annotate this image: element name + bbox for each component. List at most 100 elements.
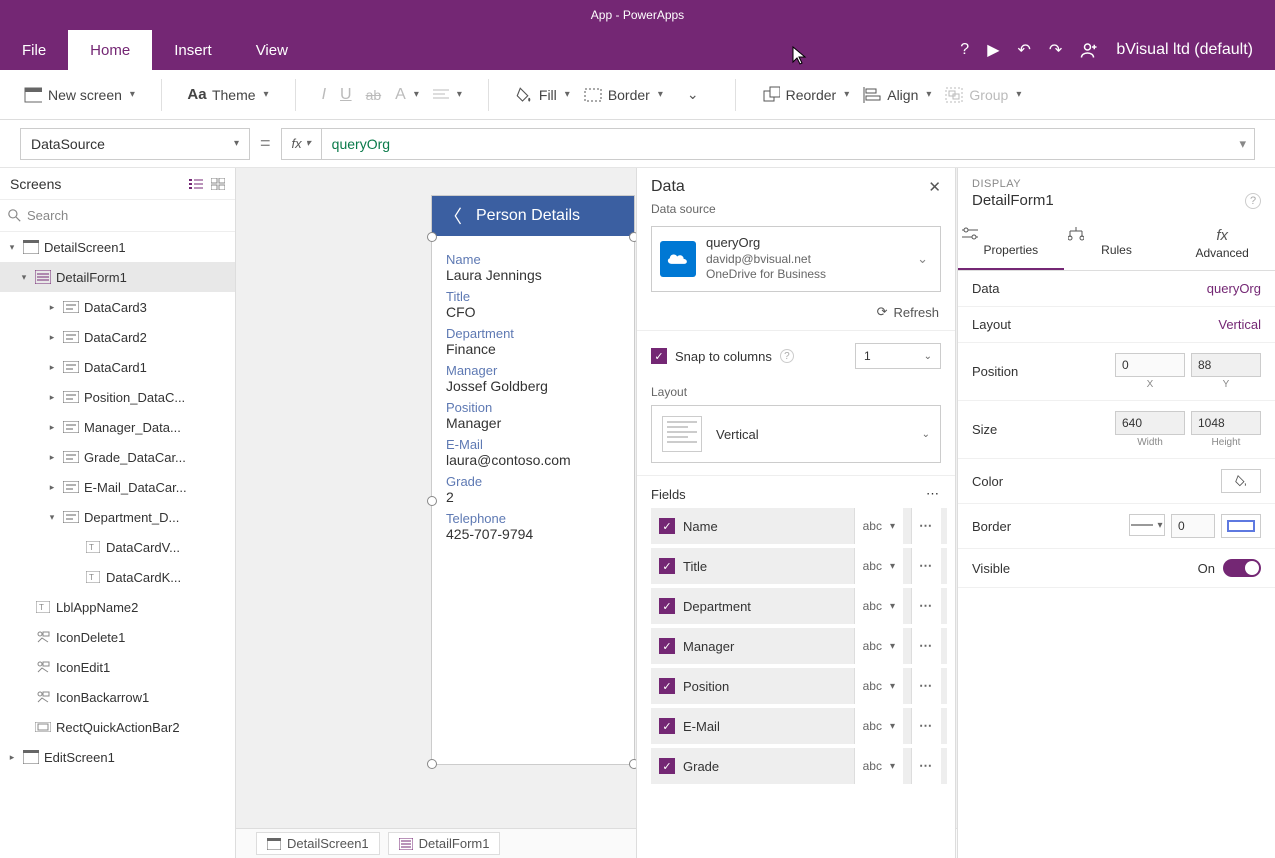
tab-properties[interactable]: Properties bbox=[958, 219, 1064, 270]
refresh-button[interactable]: ⟳ Refresh bbox=[637, 298, 955, 331]
tree-list-icon[interactable] bbox=[189, 178, 203, 190]
field-checkbox[interactable]: ✓ bbox=[659, 638, 675, 654]
reorder-button[interactable]: Reorder▾ bbox=[758, 82, 854, 108]
tree-item[interactable]: IconDelete1 bbox=[0, 622, 235, 652]
account-label[interactable]: bVisual ltd (default) bbox=[1116, 41, 1259, 59]
tree-grid-icon[interactable] bbox=[211, 178, 225, 190]
tree-item[interactable]: IconEdit1 bbox=[0, 652, 235, 682]
snap-checkbox[interactable]: ✓ bbox=[651, 348, 667, 364]
tree-item[interactable]: TDataCardK... bbox=[0, 562, 235, 592]
tree-search[interactable]: Search bbox=[0, 200, 235, 232]
redo-icon[interactable]: ↷ bbox=[1049, 40, 1062, 60]
pos-x-input[interactable]: 0 bbox=[1115, 353, 1185, 377]
tab-file[interactable]: File bbox=[0, 30, 68, 70]
field-type-select[interactable]: abc▾ bbox=[854, 548, 903, 584]
field-more-icon[interactable]: ⋯ bbox=[911, 708, 941, 744]
field-type-select[interactable]: abc▾ bbox=[854, 588, 903, 624]
group-button[interactable]: Group▾ bbox=[941, 82, 1025, 108]
undo-icon[interactable]: ↶ bbox=[1018, 40, 1031, 60]
strike-button[interactable]: ab bbox=[362, 83, 386, 107]
field-type-select[interactable]: abc▾ bbox=[854, 628, 903, 664]
close-icon[interactable]: ✕ bbox=[928, 178, 941, 196]
help-icon[interactable]: ? bbox=[1245, 193, 1261, 209]
field-checkbox[interactable]: ✓ bbox=[659, 678, 675, 694]
help-icon[interactable]: ? bbox=[960, 41, 969, 59]
field-checkbox[interactable]: ✓ bbox=[659, 598, 675, 614]
tree-item[interactable]: TLblAppName2 bbox=[0, 592, 235, 622]
tree-item[interactable]: ▸DataCard1 bbox=[0, 352, 235, 382]
field-type-select[interactable]: abc▾ bbox=[854, 748, 903, 784]
field-row[interactable]: ✓Managerabc▾⋯ bbox=[651, 628, 947, 664]
tree-item[interactable]: ▸DataCard2 bbox=[0, 322, 235, 352]
tree-item[interactable]: TDataCardV... bbox=[0, 532, 235, 562]
field-row[interactable]: ✓Departmentabc▾⋯ bbox=[651, 588, 947, 624]
field-checkbox[interactable]: ✓ bbox=[659, 518, 675, 534]
tree-item[interactable]: ▸Position_DataC... bbox=[0, 382, 235, 412]
layout-select[interactable]: Vertical ⌄ bbox=[651, 405, 941, 463]
fill-button[interactable]: Fill▾ bbox=[511, 82, 574, 108]
tree-item[interactable]: ▾Department_D... bbox=[0, 502, 235, 532]
visible-toggle[interactable] bbox=[1223, 559, 1261, 577]
data-source-card[interactable]: queryOrg davidp@bvisual.net OneDrive for… bbox=[651, 226, 941, 292]
font-color-button[interactable]: A▾ bbox=[391, 82, 423, 108]
breadcrumb[interactable]: DetailScreen1 bbox=[256, 832, 380, 855]
prop-data[interactable]: Data queryOrg bbox=[958, 271, 1275, 307]
new-screen-button[interactable]: New screen▾ bbox=[20, 82, 139, 108]
fields-more-icon[interactable]: ⋯ bbox=[926, 486, 941, 502]
field-more-icon[interactable]: ⋯ bbox=[911, 628, 941, 664]
fx-label[interactable]: fx▾ bbox=[282, 129, 322, 159]
play-icon[interactable]: ▶ bbox=[987, 40, 999, 60]
chevron-down-icon[interactable]: ⌄ bbox=[917, 251, 932, 267]
field-more-icon[interactable]: ⋯ bbox=[911, 548, 941, 584]
field-type-select[interactable]: abc▾ bbox=[854, 708, 903, 744]
field-row[interactable]: ✓Gradeabc▾⋯ bbox=[651, 748, 947, 784]
field-more-icon[interactable]: ⋯ bbox=[911, 748, 941, 784]
tab-insert[interactable]: Insert bbox=[152, 30, 234, 70]
tree-item[interactable]: ▸EditScreen1 bbox=[0, 742, 235, 772]
back-icon[interactable]: 〈 bbox=[444, 203, 462, 229]
tab-home[interactable]: Home bbox=[68, 30, 152, 70]
field-row[interactable]: ✓Titleabc▾⋯ bbox=[651, 548, 947, 584]
field-type-select[interactable]: abc▾ bbox=[854, 508, 903, 544]
border-width-input[interactable]: 0 bbox=[1171, 514, 1215, 538]
border-style-select[interactable]: ▾ bbox=[1129, 514, 1165, 536]
tab-rules[interactable]: Rules bbox=[1064, 219, 1170, 270]
align-button[interactable]: Align▾ bbox=[859, 82, 935, 108]
field-row[interactable]: ✓Nameabc▾⋯ bbox=[651, 508, 947, 544]
field-more-icon[interactable]: ⋯ bbox=[911, 668, 941, 704]
width-input[interactable]: 640 bbox=[1115, 411, 1185, 435]
formula-input[interactable]: queryOrg bbox=[322, 136, 1232, 152]
underline-button[interactable]: U bbox=[336, 82, 356, 108]
italic-button[interactable]: I bbox=[318, 82, 330, 108]
pos-y-input[interactable]: 88 bbox=[1191, 353, 1261, 377]
info-icon[interactable]: ? bbox=[780, 349, 794, 363]
border-button[interactable]: Border▾ bbox=[580, 82, 667, 108]
tree-item[interactable]: ▾DetailForm1 bbox=[0, 262, 235, 292]
field-row[interactable]: ✓E-Mailabc▾⋯ bbox=[651, 708, 947, 744]
formula-expand-icon[interactable]: ▾ bbox=[1231, 136, 1254, 152]
tree-item[interactable]: RectQuickActionBar2 bbox=[0, 712, 235, 742]
snap-columns-select[interactable]: 1⌄ bbox=[855, 343, 941, 369]
text-align-button[interactable]: ▾ bbox=[429, 84, 466, 106]
tree-item[interactable]: ▸Manager_Data... bbox=[0, 412, 235, 442]
field-checkbox[interactable]: ✓ bbox=[659, 758, 675, 774]
height-input[interactable]: 1048 bbox=[1191, 411, 1261, 435]
tab-view[interactable]: View bbox=[234, 30, 310, 70]
tree-item[interactable]: ▸Grade_DataCar... bbox=[0, 442, 235, 472]
breadcrumb[interactable]: DetailForm1 bbox=[388, 832, 501, 855]
field-more-icon[interactable]: ⋯ bbox=[911, 588, 941, 624]
border-color-swatch[interactable] bbox=[1221, 514, 1261, 538]
share-icon[interactable] bbox=[1080, 41, 1098, 59]
ribbon-expand-icon[interactable]: ⌄ bbox=[673, 86, 713, 103]
tree-item[interactable]: ▾DetailScreen1 bbox=[0, 232, 235, 262]
field-type-select[interactable]: abc▾ bbox=[854, 668, 903, 704]
property-select[interactable]: DataSource▾ bbox=[20, 128, 250, 160]
prop-layout[interactable]: Layout Vertical bbox=[958, 307, 1275, 343]
tab-advanced[interactable]: fx Advanced bbox=[1169, 219, 1275, 270]
field-row[interactable]: ✓Positionabc▾⋯ bbox=[651, 668, 947, 704]
field-checkbox[interactable]: ✓ bbox=[659, 558, 675, 574]
color-swatch[interactable] bbox=[1221, 469, 1261, 493]
field-checkbox[interactable]: ✓ bbox=[659, 718, 675, 734]
tree-item[interactable]: IconBackarrow1 bbox=[0, 682, 235, 712]
tree-item[interactable]: ▸E-Mail_DataCar... bbox=[0, 472, 235, 502]
